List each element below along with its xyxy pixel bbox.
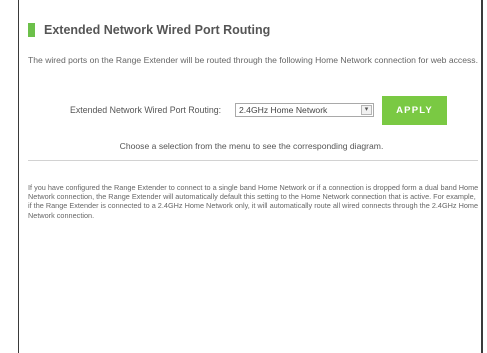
routing-info-text: If you have configured the Range Extende… xyxy=(28,183,479,220)
panel-title: Extended Network Wired Port Routing xyxy=(44,23,271,37)
apply-button[interactable]: APPLY xyxy=(382,96,447,125)
panel-description: The wired ports on the Range Extender wi… xyxy=(28,55,478,65)
routing-select-value: 2.4GHz Home Network xyxy=(239,105,328,115)
diagram-hint: Choose a selection from the menu to see … xyxy=(119,141,384,151)
routing-label: Extended Network Wired Port Routing: xyxy=(70,105,222,115)
divider xyxy=(28,160,478,161)
settings-panel: Extended Network Wired Port Routing The … xyxy=(18,0,483,353)
title-marker xyxy=(28,23,35,37)
panel-header: Extended Network Wired Port Routing xyxy=(28,23,270,37)
routing-select[interactable]: 2.4GHz Home Network ▾ xyxy=(235,103,374,117)
chevron-down-icon[interactable]: ▾ xyxy=(361,105,372,115)
routing-control-row: Extended Network Wired Port Routing: 2.4… xyxy=(19,96,484,126)
